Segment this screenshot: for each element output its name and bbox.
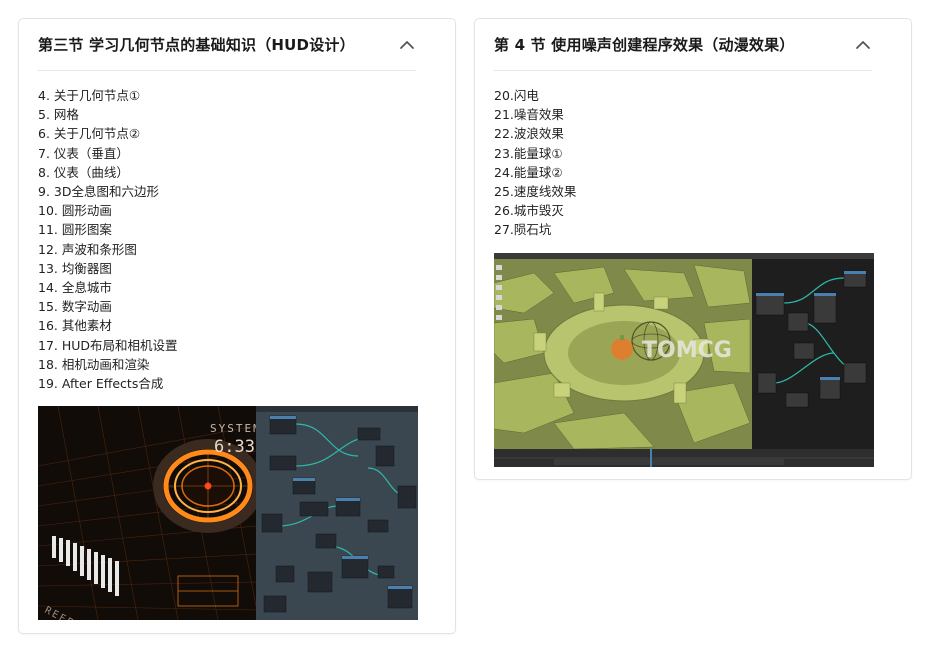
- lesson-item[interactable]: 27.陨石坑: [494, 220, 576, 239]
- lesson-list: 20.闪电 21.噪音效果 22.波浪效果 23.能量球① 24.能量球② 25.速度线效…: [494, 86, 576, 240]
- lesson-item[interactable]: 5. 网格: [38, 105, 178, 124]
- hud-clock-text: 6:33: [214, 437, 255, 457]
- section-card-4: 第 4 节 使用噪声创建程序效果（动漫效果） 20.闪电 21.噪音效果 22.波浪…: [474, 18, 912, 480]
- lesson-item[interactable]: 9. 3D全息图和六边形: [38, 182, 178, 201]
- lesson-item[interactable]: 8. 仪表（曲线）: [38, 163, 178, 182]
- section-card-3: 第三节 学习几何节点的基础知识（HUD设计） 4. 关于几何节点① 5. 网格 6.…: [18, 18, 456, 634]
- watermark-text: TOMCG: [642, 338, 732, 363]
- lesson-list: 4. 关于几何节点① 5. 网格 6. 关于几何节点② 7. 仪表（垂直） 8. 仪表（…: [38, 86, 178, 393]
- section-header-3[interactable]: 第三节 学习几何节点的基础知识（HUD设计）: [38, 19, 416, 71]
- hud-preview-image: SYSTEM 6:33 REFERENCE: [38, 406, 418, 620]
- lesson-item[interactable]: 15. 数字动画: [38, 297, 178, 316]
- lesson-item[interactable]: 20.闪电: [494, 86, 576, 105]
- lesson-item[interactable]: 21.噪音效果: [494, 105, 576, 124]
- lesson-item[interactable]: 12. 声波和条形图: [38, 240, 178, 259]
- lesson-item[interactable]: 13. 均衡器图: [38, 259, 178, 278]
- lesson-item[interactable]: 23.能量球①: [494, 144, 576, 163]
- lesson-item[interactable]: 17. HUD布局和相机设置: [38, 336, 178, 355]
- chevron-up-icon[interactable]: [854, 36, 872, 54]
- lesson-item[interactable]: 18. 相机动画和渲染: [38, 355, 178, 374]
- section-title: 第三节 学习几何节点的基础知识（HUD设计）: [38, 36, 355, 54]
- lesson-item[interactable]: 4. 关于几何节点①: [38, 86, 178, 105]
- lesson-item[interactable]: 14. 全息城市: [38, 278, 178, 297]
- lesson-item[interactable]: 10. 圆形动画: [38, 201, 178, 220]
- lesson-item[interactable]: 19. After Effects合成: [38, 374, 178, 393]
- lesson-item[interactable]: 11. 圆形图案: [38, 220, 178, 239]
- noise-effect-preview-image: TOMCG: [494, 253, 874, 467]
- section-title: 第 4 节 使用噪声创建程序效果（动漫效果）: [494, 36, 795, 54]
- lesson-item[interactable]: 24.能量球②: [494, 163, 576, 182]
- lesson-item[interactable]: 22.波浪效果: [494, 124, 576, 143]
- lesson-item[interactable]: 6. 关于几何节点②: [38, 124, 178, 143]
- hud-system-text: SYSTEM: [210, 422, 262, 435]
- lesson-item[interactable]: 16. 其他素材: [38, 316, 178, 335]
- lesson-item[interactable]: 26.城市毁灭: [494, 201, 576, 220]
- lesson-item[interactable]: 7. 仪表（垂直）: [38, 144, 178, 163]
- section-header-4[interactable]: 第 4 节 使用噪声创建程序效果（动漫效果）: [494, 19, 872, 71]
- lesson-item[interactable]: 25.速度线效果: [494, 182, 576, 201]
- chevron-up-icon[interactable]: [398, 36, 416, 54]
